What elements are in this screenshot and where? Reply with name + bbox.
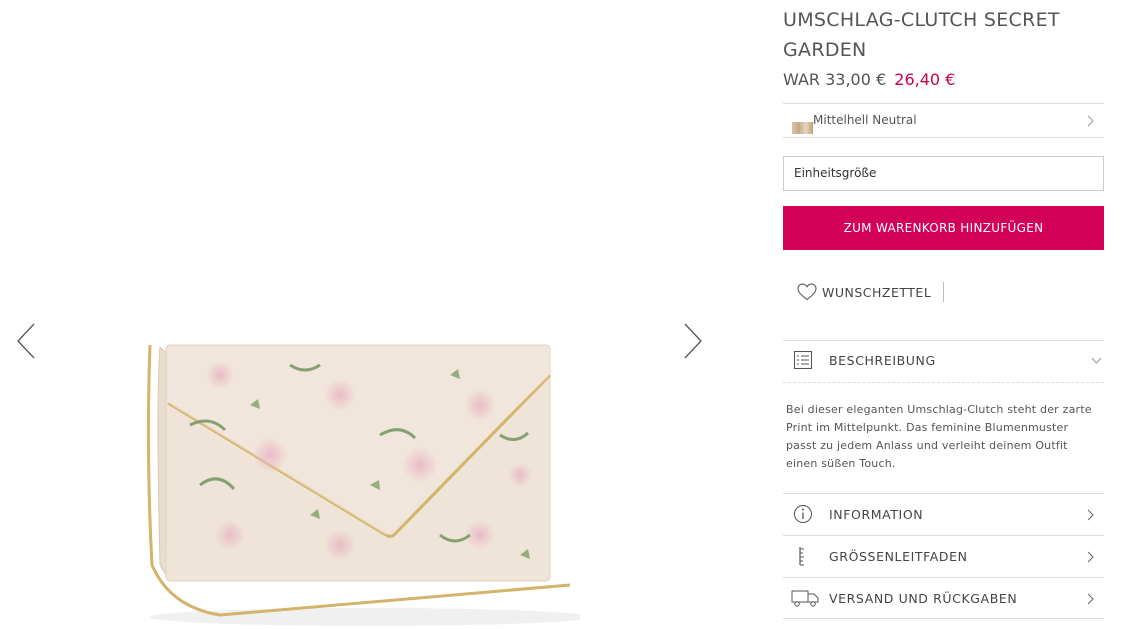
wishlist-button[interactable]: WUNSCHZETTEL <box>797 281 931 303</box>
wishlist-label: WUNSCHZETTEL <box>822 284 932 300</box>
chevron-right-icon <box>1087 115 1094 127</box>
color-swatch <box>792 122 813 134</box>
size-guide-label: GRÖSSENLEITFADEN <box>829 549 968 564</box>
product-image <box>146 344 580 626</box>
chevron-right-icon <box>1087 551 1094 563</box>
shipping-returns-row[interactable]: VERSAND UND RÜCKGABEN <box>783 577 1104 619</box>
product-gallery <box>0 0 740 629</box>
shipping-returns-label: VERSAND UND RÜCKGABEN <box>829 591 1018 606</box>
color-selector[interactable]: Mittelhell Neutral <box>783 103 1104 138</box>
color-value: Mittelhell Neutral <box>813 113 917 127</box>
product-price: WAR 33,00 € 26,40 € <box>783 70 955 89</box>
product-title: UMSCHLAG-CLUTCH SECRET GARDEN <box>783 9 1060 61</box>
divider <box>943 282 944 302</box>
chevron-left-icon <box>17 323 35 359</box>
chevron-down-icon <box>1091 357 1102 364</box>
price-sale: 26,40 € <box>894 70 956 89</box>
list-icon <box>794 351 812 369</box>
truck-icon <box>791 590 819 607</box>
gallery-prev-button[interactable] <box>14 322 38 360</box>
information-row[interactable]: INFORMATION <box>783 493 1104 535</box>
chevron-right-icon <box>684 323 702 359</box>
information-label: INFORMATION <box>829 507 924 522</box>
price-was: WAR 33,00 € <box>783 70 887 89</box>
description-accordion[interactable]: BESCHREIBUNG <box>783 340 1104 383</box>
heart-icon <box>797 283 817 301</box>
description-text: Bei dieser eleganten Umschlag-Clutch ste… <box>786 403 1092 470</box>
info-icon <box>794 505 812 523</box>
size-selector[interactable]: Einheitsgröße <box>783 156 1104 191</box>
chevron-right-icon <box>1087 593 1094 605</box>
description-heading: BESCHREIBUNG <box>829 353 936 368</box>
chevron-right-icon <box>1087 509 1094 521</box>
gallery-next-button[interactable] <box>681 322 705 360</box>
ruler-icon <box>799 547 804 566</box>
size-guide-row[interactable]: GRÖSSENLEITFADEN <box>783 535 1104 577</box>
add-to-cart-button[interactable]: ZUM WARENKORB HINZUFÜGEN <box>783 206 1104 250</box>
